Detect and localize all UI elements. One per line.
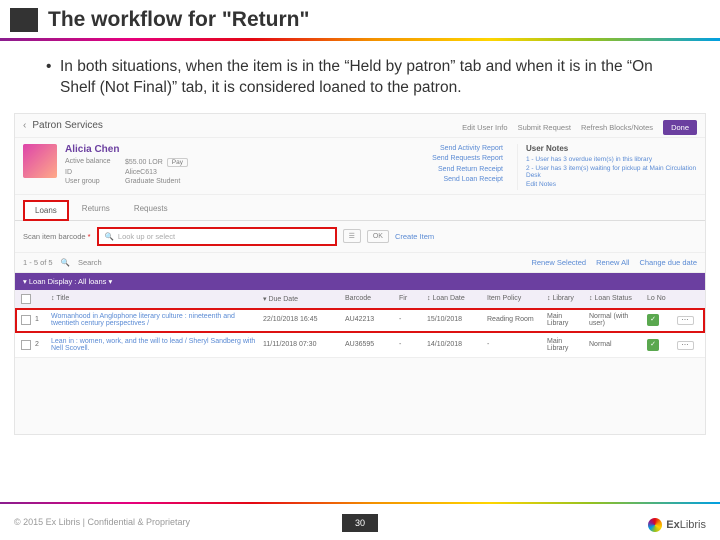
page-number: 30 <box>342 514 378 532</box>
table-header: ↕ Title ▾ Due Date Barcode Fir ↕ Loan Da… <box>15 290 705 308</box>
balance-value: $55.00 LORPay <box>125 158 205 167</box>
avatar <box>23 144 57 178</box>
renew-all-link[interactable]: Renew All <box>596 258 629 267</box>
copyright: © 2015 Ex Libris | Confidential & Propri… <box>0 517 190 527</box>
tab-loans[interactable]: Loans <box>23 200 69 221</box>
row-checkbox[interactable] <box>21 315 31 325</box>
bullet-text: In both situations, when the item is in … <box>60 57 686 99</box>
breadcrumb: Patron Services <box>32 120 103 131</box>
loan-title[interactable]: Womanhood in Anglophone literary culture… <box>51 313 259 327</box>
user-notes-heading: User Notes <box>526 144 697 153</box>
loan-display-filter[interactable]: ▾ Loan Display : All loans ▾ <box>15 273 705 290</box>
user-name: Alicia Chen <box>65 144 371 155</box>
scan-label: Scan item barcode * <box>23 232 91 241</box>
done-button[interactable]: Done <box>663 120 697 135</box>
slide-title: The workflow for "Return" <box>48 8 309 32</box>
tab-requests[interactable]: Requests <box>123 199 179 220</box>
bullet-dot: • <box>46 57 60 99</box>
send-loan-link[interactable]: Send Loan Receipt <box>379 175 503 186</box>
group-value: Graduate Student <box>125 178 205 185</box>
select-all-checkbox[interactable] <box>21 294 31 304</box>
row-actions[interactable]: ⋯ <box>677 316 694 325</box>
exlibris-logo: ExLibris <box>648 518 706 532</box>
table-row[interactable]: 2 Lean in : women, work, and the will to… <box>15 333 705 358</box>
check-icon: ✓ <box>647 339 659 351</box>
edit-notes-link[interactable]: Edit Notes <box>526 181 697 188</box>
logo-swirl-icon <box>648 518 662 532</box>
list-icon[interactable]: ☰ <box>343 229 361 243</box>
barcode-input[interactable]: 🔍Look up or select <box>97 227 337 246</box>
table-row[interactable]: 1 Womanhood in Anglophone literary cultu… <box>15 308 705 333</box>
group-label: User group <box>65 178 125 185</box>
search-icon-2[interactable]: 🔍 <box>61 258 70 267</box>
create-item-link[interactable]: Create Item <box>395 232 434 241</box>
renew-selected-link[interactable]: Renew Selected <box>531 258 586 267</box>
tab-returns[interactable]: Returns <box>71 199 121 220</box>
row-actions[interactable]: ⋯ <box>677 341 694 350</box>
edit-user-link[interactable]: Edit User Info <box>462 123 507 132</box>
id-label: ID <box>65 169 125 176</box>
send-return-link[interactable]: Send Return Receipt <box>379 165 503 176</box>
refresh-link[interactable]: Refresh Blocks/Notes <box>581 123 653 132</box>
note-2: 2 - User has 3 item(s) waiting for picku… <box>526 165 697 179</box>
submit-request-link[interactable]: Submit Request <box>518 123 571 132</box>
check-icon: ✓ <box>647 314 659 326</box>
search-label: Search <box>78 258 102 267</box>
send-activity-link[interactable]: Send Activity Report <box>379 144 503 155</box>
back-icon[interactable]: ‹ <box>23 120 26 131</box>
note-1: 1 - User has 3 overdue item(s) in this l… <box>526 156 697 163</box>
row-checkbox[interactable] <box>21 340 31 350</box>
title-block <box>10 8 38 32</box>
balance-label: Active balance <box>65 158 125 167</box>
send-requests-link[interactable]: Send Requests Report <box>379 154 503 165</box>
id-value: AliceC613 <box>125 169 205 176</box>
ok-button[interactable]: OK <box>367 230 389 243</box>
loan-title[interactable]: Lean in : women, work, and the will to l… <box>51 338 259 352</box>
result-count: 1 - 5 of 5 <box>23 258 53 267</box>
change-due-link[interactable]: Change due date <box>639 258 697 267</box>
pay-button[interactable]: Pay <box>167 158 188 167</box>
screenshot-panel: ‹ Patron Services Edit User Info Submit … <box>14 113 706 435</box>
search-icon: 🔍 <box>105 232 114 241</box>
